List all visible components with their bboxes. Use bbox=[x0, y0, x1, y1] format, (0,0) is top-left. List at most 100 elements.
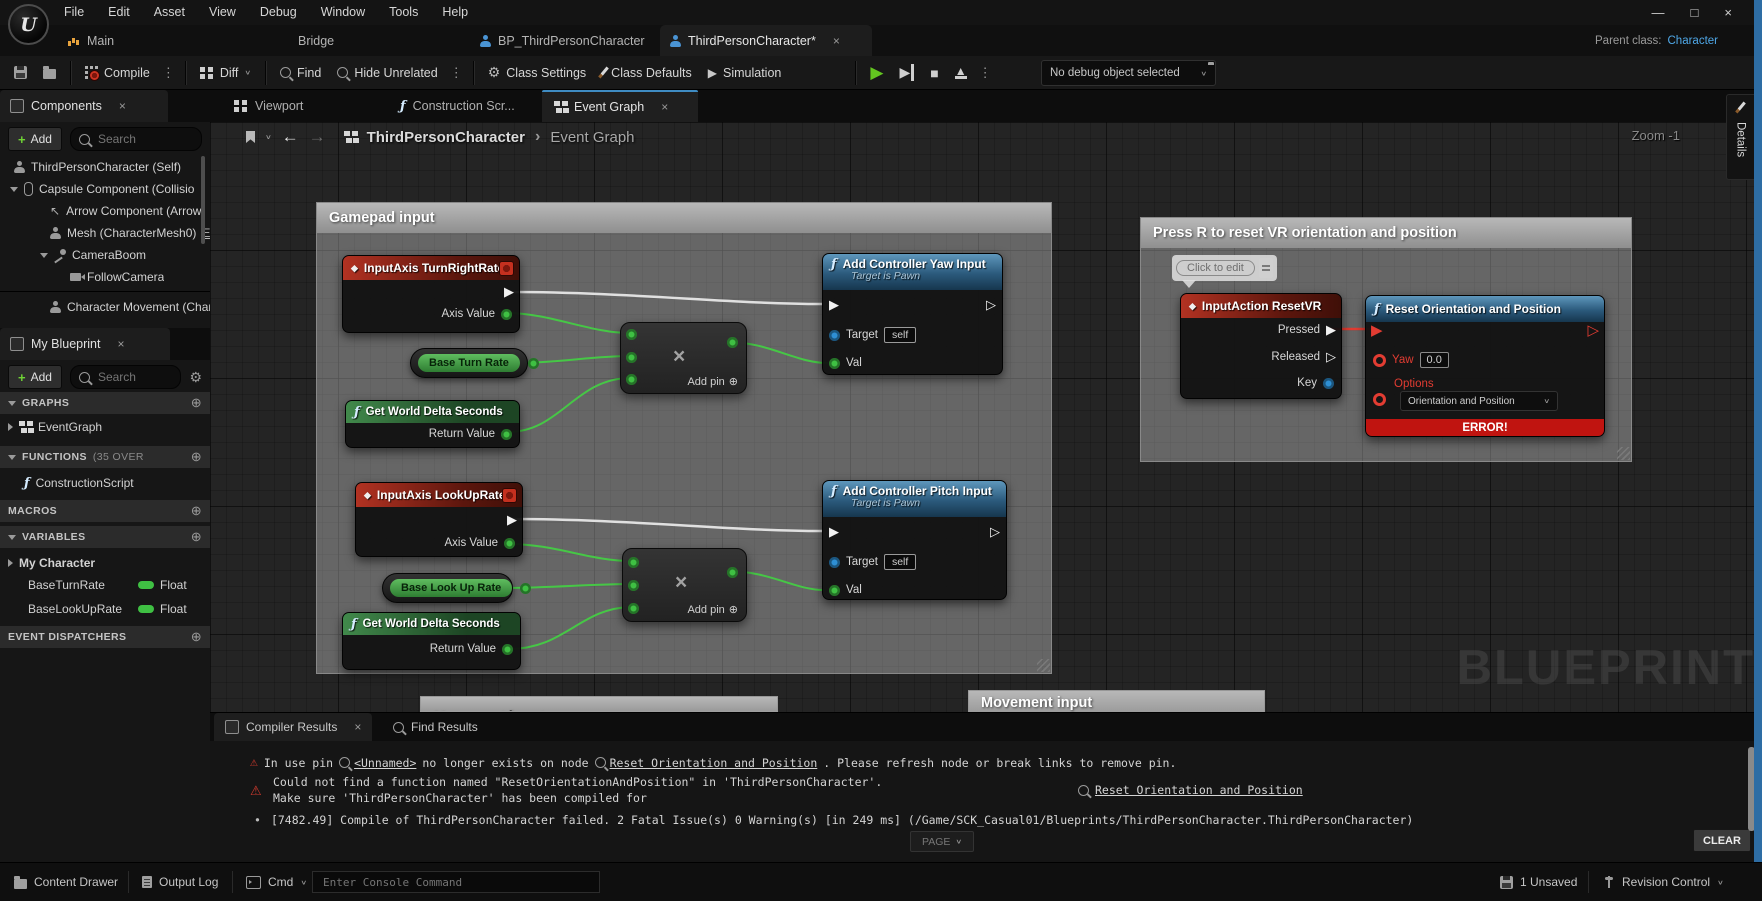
row-eventgraph[interactable]: EventGraph bbox=[0, 416, 218, 438]
frame-skip-button[interactable]: ▶ bbox=[891, 56, 922, 89]
node-multiply[interactable]: × Add pin ⊕ bbox=[622, 548, 747, 622]
add-blueprint-item-button[interactable]: + Add bbox=[8, 365, 62, 389]
event-graph-canvas[interactable]: Gamepad input Press R to reset VR orient… bbox=[210, 122, 1762, 712]
return-value-pin[interactable]: Return Value bbox=[429, 428, 512, 440]
minimize-button[interactable]: — bbox=[1652, 5, 1665, 20]
section-graphs[interactable]: GRAPHS ⊕ bbox=[0, 392, 210, 414]
class-defaults-button[interactable]: Class Defaults bbox=[594, 56, 700, 89]
diff-button[interactable]: Diff ∨ bbox=[192, 56, 259, 89]
output-pin-icon[interactable] bbox=[727, 337, 738, 348]
cmd-dropdown[interactable]: Cmd ∨ bbox=[238, 868, 315, 896]
row-variable-baseturnrate[interactable]: BaseTurnRate Float ~ bbox=[0, 574, 238, 596]
expander-icon[interactable] bbox=[8, 559, 13, 567]
close-tab-icon[interactable]: × bbox=[833, 34, 840, 48]
stop-button[interactable]: ■ bbox=[922, 56, 946, 89]
clear-button[interactable]: CLEAR bbox=[1693, 829, 1751, 852]
node-multiply[interactable]: × Add pin ⊕ bbox=[620, 322, 747, 394]
section-variables[interactable]: VARIABLES ⊕ bbox=[0, 526, 210, 548]
node-reset-orientation-and-position[interactable]: ƒ Reset Orientation and Position ▶ ▷ Yaw… bbox=[1365, 295, 1605, 437]
exec-out-pin[interactable]: ▶ bbox=[504, 285, 514, 298]
parent-class-link[interactable]: Character bbox=[1668, 35, 1719, 47]
yaw-pin[interactable]: Yaw 0.0 bbox=[1373, 352, 1449, 368]
section-functions[interactable]: FUNCTIONS (35 OVER ⊕ bbox=[0, 446, 210, 468]
input-pin-icon[interactable] bbox=[626, 352, 637, 363]
input-pin-icon[interactable] bbox=[628, 603, 639, 614]
add-graph-icon[interactable]: ⊕ bbox=[191, 395, 202, 411]
float-pin-icon[interactable] bbox=[528, 358, 539, 369]
revision-control-button[interactable]: Revision Control ∨ bbox=[1596, 868, 1732, 896]
debug-object-select[interactable]: No debug object selected ∨ bbox=[1041, 60, 1216, 86]
unsaved-button[interactable]: 1 Unsaved bbox=[1492, 868, 1585, 896]
tab-construction-script[interactable]: ƒ Construction Scr... bbox=[388, 90, 527, 122]
expander-icon[interactable] bbox=[10, 187, 18, 192]
add-variable-icon[interactable]: ⊕ bbox=[191, 529, 202, 545]
node-get-base-look-up-rate[interactable]: Base Look Up Rate bbox=[382, 573, 513, 603]
row-variable-baselookuprate[interactable]: BaseLookUpRate Float ~ bbox=[0, 598, 238, 620]
components-search-input[interactable] bbox=[96, 131, 193, 147]
browse-asset-button[interactable] bbox=[35, 56, 64, 89]
section-macros[interactable]: MACROS ⊕ bbox=[0, 500, 210, 522]
compiler-message-2-link[interactable]: Reset Orientation and Position bbox=[1078, 783, 1303, 797]
exec-out-pin[interactable]: ▷ bbox=[1587, 323, 1599, 338]
input-pin-icon[interactable] bbox=[628, 580, 639, 591]
tab-event-graph[interactable]: Event Graph × bbox=[542, 90, 698, 122]
input-pin-icon[interactable] bbox=[626, 329, 637, 340]
exec-out-pin[interactable]: ▷ bbox=[990, 525, 1000, 538]
return-value-pin[interactable]: Return Value bbox=[430, 643, 513, 655]
exec-out-pin[interactable]: ▶ bbox=[507, 513, 517, 526]
exec-in-pin[interactable]: ▶ bbox=[829, 298, 839, 311]
axis-value-pin[interactable]: Axis Value bbox=[445, 537, 515, 549]
menu-tools[interactable]: Tools bbox=[377, 0, 430, 25]
expander-icon[interactable] bbox=[8, 423, 13, 431]
settings-gear-icon[interactable]: ⚙ bbox=[189, 369, 202, 386]
output-pin-icon[interactable] bbox=[727, 567, 738, 578]
node-link[interactable]: Reset Orientation and Position bbox=[595, 756, 818, 770]
menu-window[interactable]: Window bbox=[309, 0, 377, 25]
tab-my-blueprint[interactable]: My Blueprint × bbox=[0, 328, 170, 360]
components-scrollbar[interactable] bbox=[201, 156, 205, 244]
tab-viewport[interactable]: Viewport bbox=[222, 90, 315, 122]
exec-in-pin[interactable]: ▶ bbox=[1371, 323, 1383, 338]
input-pin-icon[interactable] bbox=[628, 557, 639, 568]
node-add-controller-pitch-input[interactable]: ƒ Add Controller Pitch Input Target is P… bbox=[822, 480, 1007, 600]
close-button[interactable]: × bbox=[1724, 5, 1732, 20]
exec-in-pin[interactable]: ▶ bbox=[829, 525, 839, 538]
node-get-base-turn-rate[interactable]: Base Turn Rate bbox=[410, 348, 528, 378]
save-button[interactable] bbox=[6, 56, 35, 89]
exec-out-pin[interactable]: ▷ bbox=[986, 298, 996, 311]
input-pin-icon[interactable] bbox=[626, 374, 637, 385]
simulation-button[interactable]: ▶ Simulation bbox=[700, 56, 790, 89]
add-component-button[interactable]: + Add bbox=[8, 127, 62, 151]
target-pin[interactable]: Target self bbox=[829, 554, 916, 570]
released-pin[interactable]: Released ▷ bbox=[1271, 350, 1336, 363]
tab-find-results[interactable]: Find Results bbox=[382, 713, 489, 741]
tab-compiler-results[interactable]: Compiler Results × bbox=[214, 713, 372, 741]
close-icon[interactable]: × bbox=[119, 99, 126, 113]
input-event-badge[interactable] bbox=[499, 261, 514, 276]
add-dispatcher-icon[interactable]: ⊕ bbox=[191, 629, 202, 645]
add-function-icon[interactable]: ⊕ bbox=[191, 449, 202, 465]
close-icon[interactable]: × bbox=[117, 337, 124, 351]
component-row-self[interactable]: ThirdPersonCharacter (Self) bbox=[0, 156, 224, 178]
maximize-button[interactable]: □ bbox=[1691, 5, 1699, 20]
float-pin-icon[interactable] bbox=[520, 583, 531, 594]
input-event-badge[interactable] bbox=[502, 488, 517, 503]
output-log-button[interactable]: Output Log bbox=[134, 868, 226, 896]
node-add-controller-yaw-input[interactable]: ƒ Add Controller Yaw Input Target is Paw… bbox=[822, 253, 1003, 375]
axis-value-pin[interactable]: Axis Value bbox=[442, 308, 512, 320]
hide-unrelated-button[interactable]: Hide Unrelated bbox=[329, 56, 445, 89]
class-settings-button[interactable]: ⚙ Class Settings bbox=[480, 56, 594, 89]
console-command-input[interactable] bbox=[321, 875, 591, 890]
key-pin[interactable]: Key bbox=[1297, 377, 1334, 389]
component-row-capsule[interactable]: Capsule Component (Collisio bbox=[0, 178, 220, 200]
row-constructionscript[interactable]: ƒ ConstructionScript bbox=[0, 472, 234, 494]
menu-asset[interactable]: Asset bbox=[142, 0, 197, 25]
close-icon[interactable]: × bbox=[354, 720, 361, 734]
close-icon[interactable]: × bbox=[661, 100, 668, 114]
tab-main[interactable]: Main bbox=[58, 25, 124, 56]
console-command-box[interactable] bbox=[312, 871, 600, 893]
components-search[interactable] bbox=[70, 127, 202, 151]
options-dropdown[interactable]: Orientation and Position ∨ bbox=[1400, 391, 1558, 411]
eject-button[interactable]: ▲ bbox=[947, 56, 975, 89]
menu-view[interactable]: View bbox=[197, 0, 248, 25]
